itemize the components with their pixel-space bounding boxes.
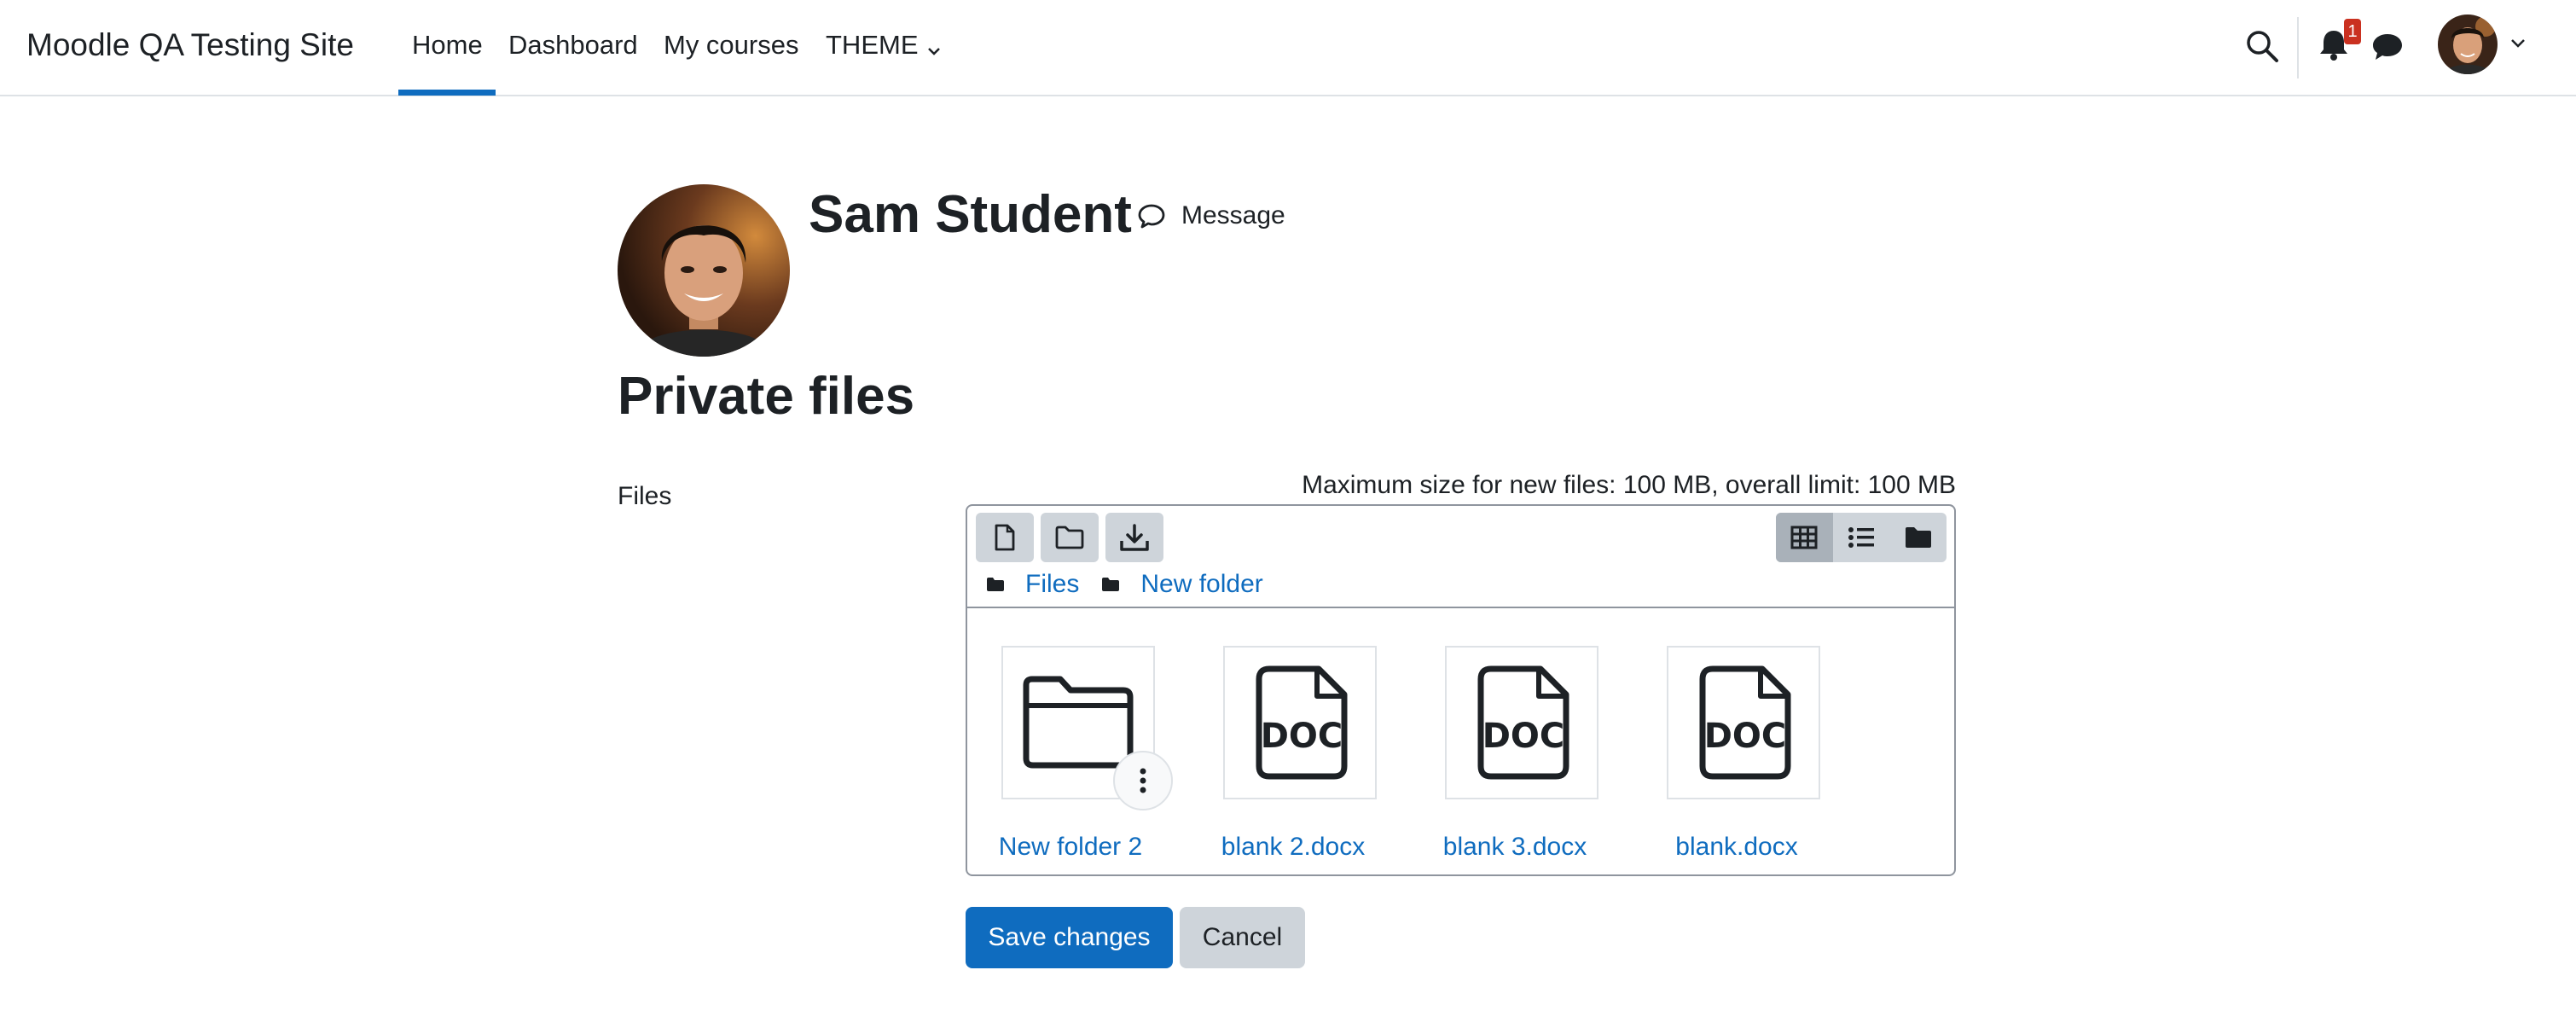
cancel-button[interactable]: Cancel — [1180, 907, 1305, 968]
doc-file-icon: DOC — [1477, 665, 1569, 780]
list-view-button[interactable] — [1833, 513, 1890, 562]
profile-name: Sam Student — [809, 185, 1132, 244]
max-size-info: Maximum size for new files: 100 MB, over… — [1302, 471, 1956, 499]
folder-icon — [987, 578, 1004, 591]
list-view-icon — [1848, 527, 1874, 548]
file-name-blank[interactable]: blank.docx — [1626, 830, 1848, 864]
profile-picture — [618, 184, 790, 357]
message-label: Message — [1181, 201, 1285, 229]
nav-home[interactable]: Home — [412, 26, 483, 65]
chat-icon[interactable] — [2371, 32, 2404, 61]
top-navbar: Moodle QA Testing Site Home Dashboard My… — [0, 0, 2576, 96]
file-name-new-folder-2[interactable]: New folder 2 — [960, 830, 1181, 864]
kebab-menu-icon — [1140, 768, 1146, 793]
create-folder-button[interactable] — [1041, 513, 1099, 562]
svg-text:DOC: DOC — [1704, 717, 1787, 756]
file-tile-blank-2[interactable]: DOC — [1223, 646, 1377, 799]
nav-dashboard[interactable]: Dashboard — [508, 26, 638, 65]
folder-icon — [1023, 676, 1134, 769]
grid-view-button[interactable] — [1776, 513, 1833, 562]
tree-view-icon — [1905, 527, 1931, 548]
svg-text:DOC: DOC — [1261, 717, 1343, 756]
breadcrumb: Files New folder — [986, 567, 1285, 601]
message-button[interactable]: Message — [1137, 199, 1285, 233]
svg-text:DOC: DOC — [1482, 717, 1565, 756]
grid-view-icon — [1790, 526, 1818, 549]
files-field-label: Files — [618, 482, 672, 510]
message-icon — [1138, 204, 1165, 229]
file-actions-menu-button[interactable] — [1113, 751, 1173, 810]
add-file-icon — [995, 524, 1015, 551]
search-icon[interactable] — [2245, 29, 2279, 63]
file-tile-blank[interactable]: DOC — [1667, 646, 1820, 799]
nav-theme-dropdown[interactable]: THEME — [826, 26, 941, 67]
nav-theme-label: THEME — [826, 30, 919, 60]
navbar-divider — [2297, 17, 2299, 78]
create-folder-icon — [1055, 526, 1084, 549]
view-toggle-group — [1776, 513, 1947, 562]
doc-file-icon: DOC — [1699, 665, 1791, 780]
breadcrumb-new-folder[interactable]: New folder — [1140, 570, 1262, 599]
file-name-blank-3[interactable]: blank 3.docx — [1404, 830, 1626, 864]
page-title: Private files — [618, 367, 915, 426]
tree-view-button[interactable] — [1889, 513, 1947, 562]
save-changes-button[interactable]: Save changes — [966, 907, 1173, 968]
download-all-button[interactable] — [1105, 513, 1163, 562]
file-manager-toolbar: Files New folder — [967, 506, 1954, 608]
download-icon — [1120, 524, 1149, 551]
file-name-blank-2[interactable]: blank 2.docx — [1182, 830, 1404, 864]
doc-file-icon: DOC — [1256, 665, 1348, 780]
add-file-button[interactable] — [976, 513, 1034, 562]
breadcrumb-files[interactable]: Files — [1025, 570, 1079, 599]
site-name[interactable]: Moodle QA Testing Site — [26, 26, 354, 65]
folder-icon — [1102, 578, 1120, 591]
user-avatar[interactable] — [2438, 15, 2498, 74]
notification-count-badge: 1 — [2344, 19, 2361, 44]
user-menu-chevron-icon[interactable] — [2509, 38, 2527, 49]
file-tile-blank-3[interactable]: DOC — [1445, 646, 1598, 799]
chevron-down-icon — [927, 27, 941, 67]
active-nav-indicator — [398, 90, 496, 96]
nav-my-courses[interactable]: My courses — [664, 26, 798, 65]
